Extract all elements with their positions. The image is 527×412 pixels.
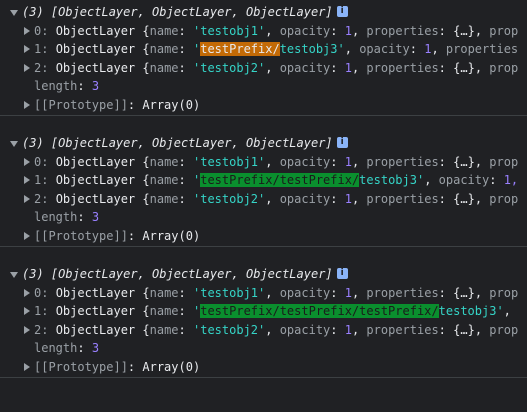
prototype-text: [[Prototype]]: Array(0) [34,97,201,112]
triangle-right-icon[interactable] [24,176,30,184]
array-item-text: 0: ObjectLayer {name: 'testobj1', opacit… [34,154,519,169]
triangle-right-icon[interactable] [24,26,30,35]
triangle-right-icon[interactable] [24,288,30,297]
search-highlight: testPrefix/testPrefix/testPrefix/ [200,304,439,318]
array-item-text: 2: ObjectLayer {name: 'testobj2', opacit… [34,191,519,206]
array-item-row[interactable]: 1: ObjectLayer {name: 'testPrefix/testPr… [0,302,527,321]
triangle-right-icon[interactable] [24,63,30,72]
array-item-row[interactable]: 0: ObjectLayer {name: 'testobj1', opacit… [0,284,527,303]
length-text: length: 3 [34,79,100,93]
array-item-text: 2: ObjectLayer {name: 'testobj2', opacit… [34,60,519,75]
triangle-right-icon[interactable] [24,325,30,334]
prototype-row[interactable]: [[Prototype]]: Array(0) [0,96,527,115]
info-icon[interactable]: i [336,268,348,279]
triangle-right-icon[interactable] [24,307,30,315]
array-header[interactable]: (3) [ObjectLayer, ObjectLayer, ObjectLay… [0,265,527,284]
array-item-text: 0: ObjectLayer {name: 'testobj1', opacit… [34,285,519,300]
search-highlight: testPrefix/ [200,42,280,56]
triangle-right-icon[interactable] [24,194,30,203]
prototype-row[interactable]: [[Prototype]]: Array(0) [0,358,527,377]
array-header[interactable]: (3) [ObjectLayer, ObjectLayer, ObjectLay… [0,3,527,22]
triangle-down-icon[interactable] [10,10,18,16]
info-icon[interactable]: i [336,6,348,17]
array-item-row[interactable]: 1: ObjectLayer {name: 'testPrefix/testPr… [0,171,527,190]
console-log-entry-1: (3) [ObjectLayer, ObjectLayer, ObjectLay… [0,3,527,114]
array-header[interactable]: (3) [ObjectLayer, ObjectLayer, ObjectLay… [0,134,527,153]
prototype-text: [[Prototype]]: Array(0) [34,228,201,243]
array-summary: (3) [ObjectLayer, ObjectLayer, ObjectLay… [22,3,348,22]
array-item-row[interactable]: 0: ObjectLayer {name: 'testobj1', opacit… [0,153,527,172]
log-divider [0,377,527,378]
array-item-text: 2: ObjectLayer {name: 'testobj2', opacit… [34,322,519,337]
triangle-down-icon[interactable] [10,141,18,147]
info-icon[interactable]: i [336,137,348,148]
triangle-down-icon[interactable] [10,272,18,278]
array-item-row[interactable]: 2: ObjectLayer {name: 'testobj2', opacit… [0,190,527,209]
array-item-row[interactable]: 0: ObjectLayer {name: 'testobj1', opacit… [0,22,527,41]
array-item-text: 0: ObjectLayer {name: 'testobj1', opacit… [34,23,519,38]
array-item-text: 1: ObjectLayer {name: 'testPrefix/testob… [34,42,519,56]
triangle-right-icon[interactable] [24,157,30,166]
triangle-right-icon[interactable] [24,231,30,240]
prototype-row[interactable]: [[Prototype]]: Array(0) [0,227,527,246]
log-divider [0,115,527,116]
array-summary: (3) [ObjectLayer, ObjectLayer, ObjectLay… [22,265,348,284]
triangle-right-icon[interactable] [24,362,30,371]
search-highlight: testPrefix/testPrefix/ [200,173,360,187]
console-log-entry-2: (3) [ObjectLayer, ObjectLayer, ObjectLay… [0,134,527,245]
array-item-row[interactable]: 2: ObjectLayer {name: 'testobj2', opacit… [0,59,527,78]
prototype-text: [[Prototype]]: Array(0) [34,359,201,374]
length-row: length: 3 [0,77,527,96]
triangle-right-icon[interactable] [24,45,30,53]
array-item-text: 1: ObjectLayer {name: 'testPrefix/testPr… [34,304,511,318]
array-item-text: 1: ObjectLayer {name: 'testPrefix/testPr… [34,173,519,187]
log-divider [0,246,527,247]
console-log-entry-3: (3) [ObjectLayer, ObjectLayer, ObjectLay… [0,265,527,376]
length-row: length: 3 [0,208,527,227]
length-text: length: 3 [34,210,100,224]
triangle-right-icon[interactable] [24,100,30,109]
length-text: length: 3 [34,341,100,355]
array-summary: (3) [ObjectLayer, ObjectLayer, ObjectLay… [22,134,348,153]
length-row: length: 3 [0,339,527,358]
array-item-row[interactable]: 2: ObjectLayer {name: 'testobj2', opacit… [0,321,527,340]
array-item-row[interactable]: 1: ObjectLayer {name: 'testPrefix/testob… [0,40,527,59]
